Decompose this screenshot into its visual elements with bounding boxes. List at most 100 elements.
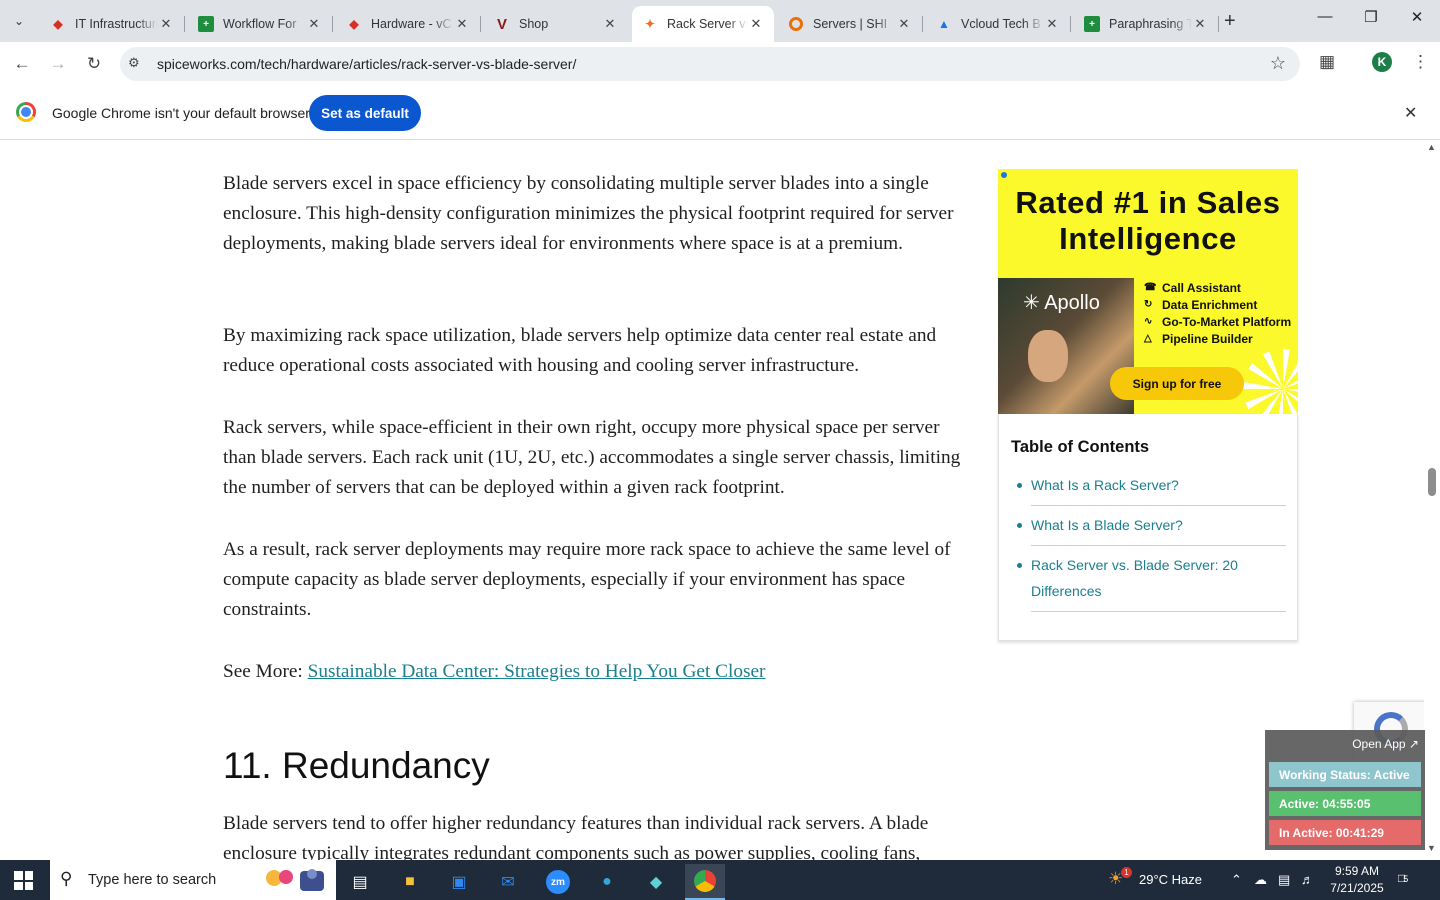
shi-logo-icon [788,16,804,32]
close-infobar-icon[interactable]: ✕ [1404,103,1417,123]
store-icon[interactable]: ▣ [439,864,479,900]
close-tab-icon[interactable]: ✕ [1192,16,1208,32]
ad-person-image [1028,330,1068,382]
search-highlight-icon [266,869,324,891]
apollo-logo: ✳ Apollo [1023,290,1100,315]
forward-icon[interactable]: → [46,52,70,76]
chrome-logo-icon [16,102,36,122]
toc-item[interactable]: What Is a Rack Server? [1017,472,1286,506]
tab-vcloud[interactable]: ▲ Vcloud Tech B ✕ [926,6,1071,42]
ad-burst-graphic [1243,349,1298,414]
bookmark-star-icon[interactable]: ☆ [1270,53,1286,74]
close-tab-icon[interactable]: ✕ [158,16,174,32]
toc-item[interactable]: Rack Server vs. Blade Server: 20 Differe… [1017,552,1286,612]
tab-strip: ⌄ ◆ IT Infrastructure ✕ + Workflow For ✕… [0,0,1440,42]
network-icon[interactable]: ▤ [1278,872,1290,888]
sheets-icon: + [1084,16,1100,32]
tab-search-icon[interactable]: ⌄ [6,8,32,34]
close-tab-icon[interactable]: ✕ [1044,16,1060,32]
toc-list: What Is a Rack Server? What Is a Blade S… [1017,472,1286,618]
phone-icon: ☎ [1144,282,1157,293]
address-bar[interactable]: ⚙ spiceworks.com/tech/hardware/articles/… [120,47,1300,81]
notification-count: 5 [1403,874,1409,884]
file-explorer-icon[interactable]: ■ [390,864,430,900]
close-tab-icon[interactable]: ✕ [896,16,912,32]
zoom-icon[interactable]: zm [538,864,578,900]
v-logo-icon: V [496,15,507,33]
red-diamond-icon: ◆ [53,17,63,31]
taskbar-search[interactable]: ⚲ Type here to search [50,860,336,900]
see-more-link[interactable]: Sustainable Data Center: Strategies to H… [308,661,766,682]
refresh-icon: ↻ [1144,299,1153,310]
open-app-link[interactable]: Open App ↗ [1352,737,1419,751]
new-tab-icon[interactable]: + [1224,10,1236,33]
url-text[interactable]: spiceworks.com/tech/hardware/articles/ra… [157,56,576,72]
article-paragraph: Rack servers, while space-efficient in t… [223,417,961,498]
page-content: Blade servers excel in space efficiency … [0,140,1440,860]
volume-icon[interactable]: ♬ [1301,872,1314,887]
task-view-icon[interactable]: ▤ [340,864,380,900]
page-scrollbar[interactable]: ▲ ▼ [1424,140,1440,860]
set-as-default-button[interactable]: Set as default [309,95,421,131]
ad-choices-icon[interactable] [1001,172,1007,178]
extensions-icon[interactable]: ▦ [1319,52,1335,72]
scroll-up-icon[interactable]: ▲ [1427,142,1436,152]
site-info-icon[interactable]: ⚙ [128,55,140,71]
back-icon[interactable]: ← [10,52,34,76]
app-diamond-icon[interactable]: ◆ [636,864,676,900]
ad-feature: △ Pipeline Builder [1144,330,1291,347]
notifications-icon[interactable]: □5 [1398,871,1420,889]
apollo-star-icon: ✳ [1023,292,1040,314]
pulse-icon: ∿ [1144,316,1153,327]
ad-feature-label: Data Enrichment [1162,297,1258,312]
sheets-icon: + [198,16,214,32]
ad-headline: Rated #1 in Sales Intelligence [1015,185,1281,256]
article-paragraph: Blade servers excel in space efficiency … [223,173,954,254]
tab-it-infrastructure[interactable]: ◆ IT Infrastructure ✕ [40,6,185,42]
triangle-icon: △ [1144,333,1152,344]
tab-workflow[interactable]: + Workflow For ✕ [188,6,333,42]
close-tab-icon[interactable]: ✕ [454,16,470,32]
taskbar-clock[interactable]: 9:59 AM 7/21/2025 [1326,863,1388,897]
working-status: Working Status: Active [1269,762,1421,787]
windows-taskbar: ⚲ Type here to search ▤ ■ ▣ ✉ zm ● ◆ ☀ 1… [0,860,1440,900]
toc-item[interactable]: What Is a Blade Server? [1017,512,1286,546]
tab-rack-server[interactable]: ✦ Rack Server vs ✕ [632,6,774,42]
see-more-prefix: See More: [223,661,308,682]
tab-shop[interactable]: V Shop ✕ [484,6,628,42]
tab-hardware[interactable]: ◆ Hardware - vC ✕ [336,6,481,42]
windows-start-icon[interactable] [14,871,33,890]
time-tracker-widget: Open App ↗ Working Status: Active Active… [1265,730,1425,850]
taskbar-search-placeholder: Type here to search [88,872,217,888]
ad-feature: ↻ Data Enrichment [1144,296,1291,313]
edge-icon[interactable]: ● [587,864,627,900]
tray-app-icon[interactable]: ☁ [1254,872,1267,888]
tab-servers-shi[interactable]: Servers | SHI ✕ [778,6,923,42]
article-paragraph: Blade servers tend to offer higher redun… [223,813,929,860]
close-tab-icon[interactable]: ✕ [306,16,322,32]
close-tab-icon[interactable]: ✕ [602,16,618,32]
close-tab-icon[interactable]: ✕ [748,16,764,32]
tray-chevron-icon[interactable]: ⌃ [1231,872,1242,888]
apollo-brand: Apollo [1044,292,1100,314]
apollo-ad[interactable]: Rated #1 in Sales Intelligence ✳ Apollo … [998,169,1298,414]
spiceworks-icon: ✦ [644,17,656,31]
close-window-icon[interactable]: ✕ [1394,8,1440,26]
section-heading: 11. Redundancy [223,745,490,786]
chrome-taskbar-icon[interactable] [685,864,725,900]
tab-paraphrasing[interactable]: + Paraphrasing T ✕ [1074,6,1219,42]
restore-icon[interactable]: ❐ [1348,8,1394,26]
minimize-icon[interactable]: — [1302,8,1348,25]
default-browser-infobar: Google Chrome isn't your default browser… [0,86,1440,140]
weather-text[interactable]: 29°C Haze [1139,872,1202,887]
menu-kebab-icon[interactable]: ⋮ [1412,52,1429,72]
red-diamond-icon: ◆ [349,17,359,31]
scroll-down-icon[interactable]: ▼ [1427,843,1436,853]
profile-avatar[interactable]: K [1372,52,1392,72]
article-paragraph: By maximizing rack space utilization, bl… [223,325,937,376]
inactive-time: In Active: 00:41:29 [1269,820,1421,845]
mail-icon[interactable]: ✉ [488,864,528,900]
scroll-thumb[interactable] [1428,468,1436,496]
reload-icon[interactable]: ↻ [82,52,106,76]
ad-signup-button[interactable]: Sign up for free [1110,367,1244,400]
